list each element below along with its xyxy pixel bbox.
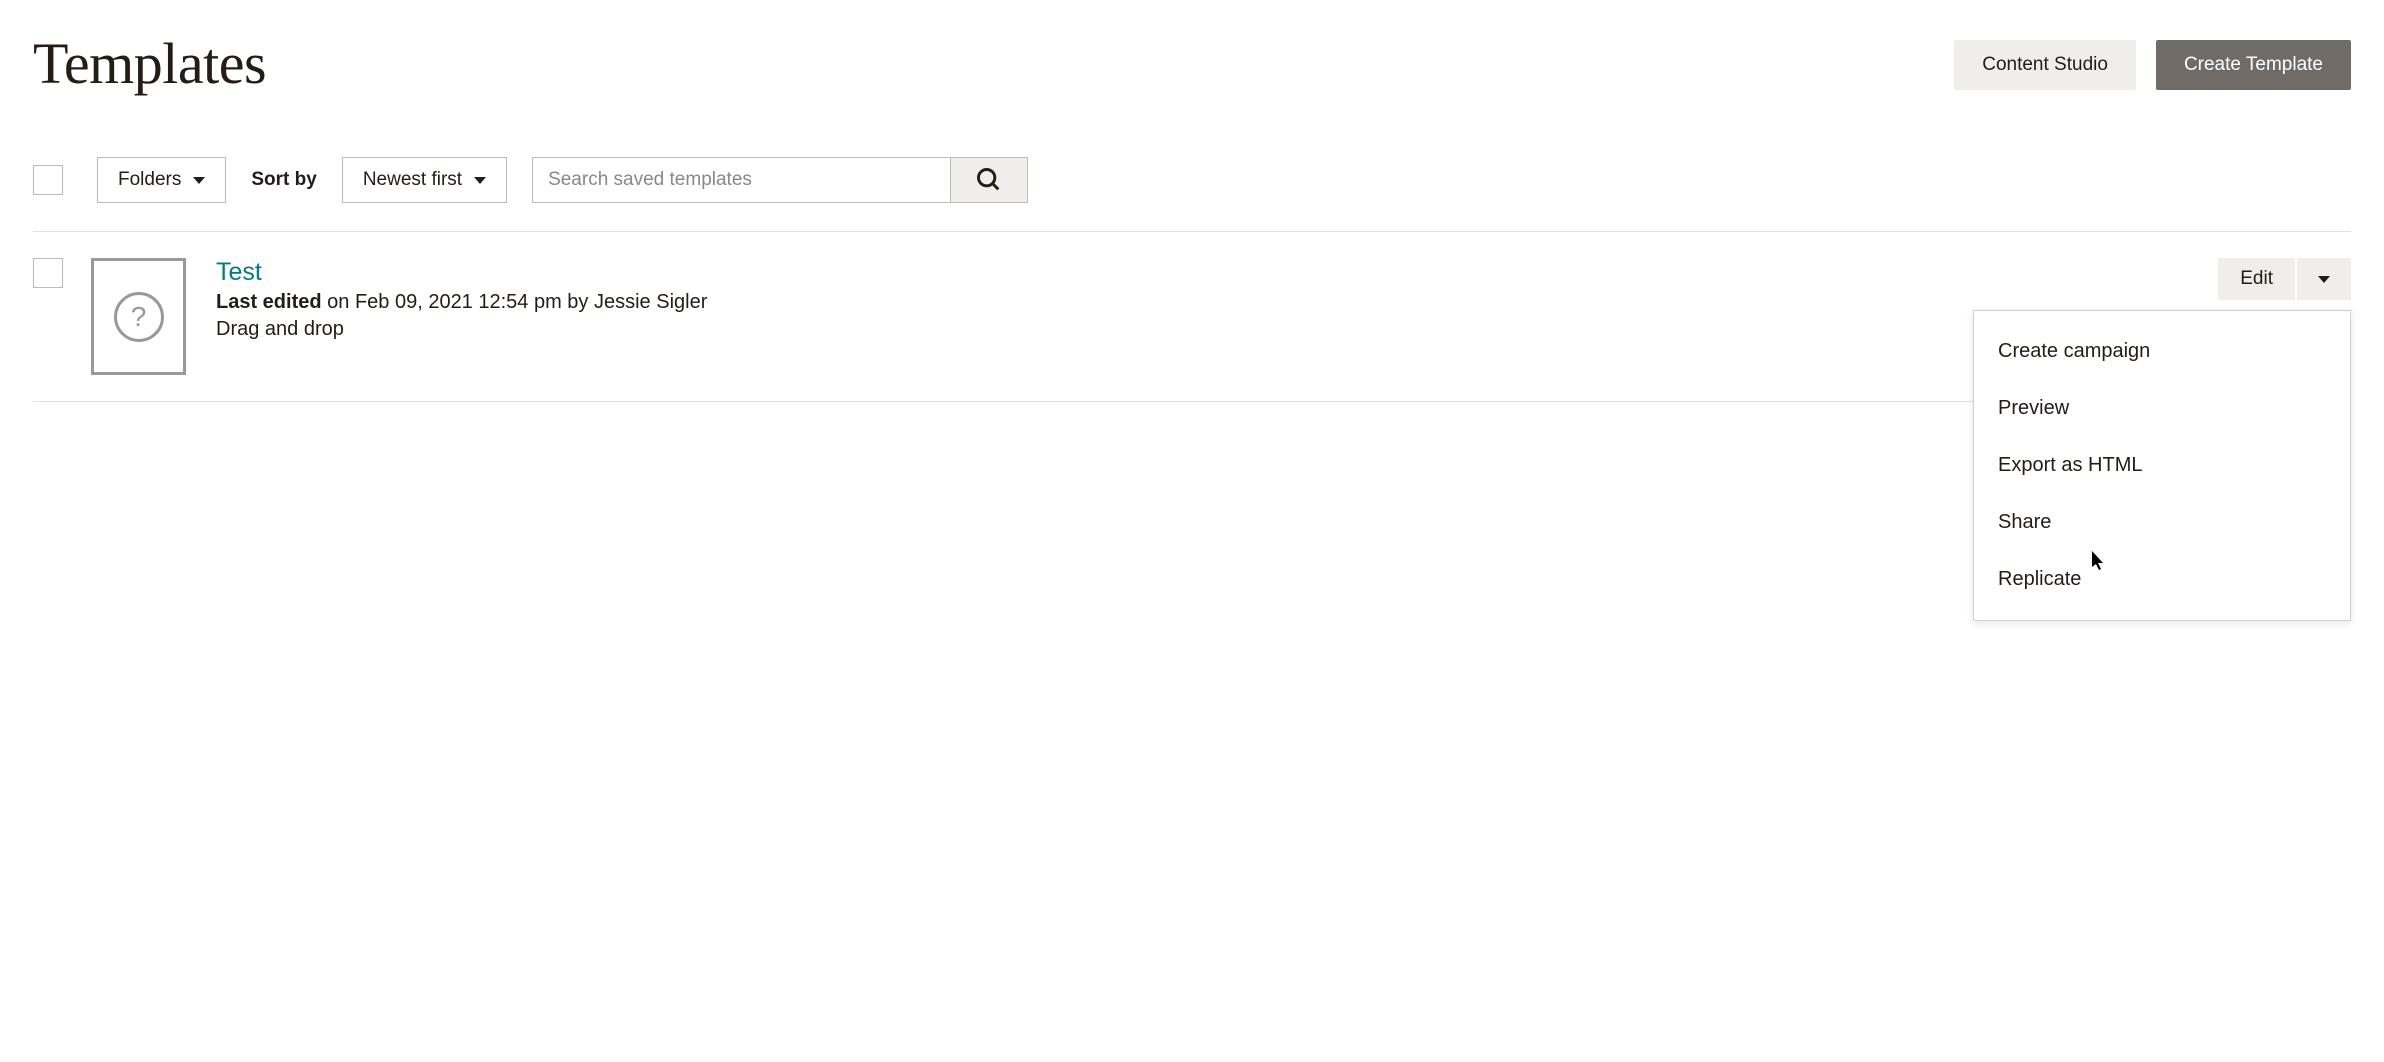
dropdown-toggle-button[interactable]	[2297, 258, 2351, 300]
page-title: Templates	[33, 30, 266, 97]
folders-filter-label: Folders	[118, 169, 181, 191]
dropdown-menu: Create campaign Preview Export as HTML S…	[1973, 310, 2351, 621]
search-group	[532, 157, 1028, 203]
edit-button[interactable]: Edit	[2218, 258, 2295, 300]
select-all-checkbox[interactable]	[33, 165, 63, 195]
menu-item-share[interactable]: Share	[1974, 494, 2350, 551]
content-studio-button[interactable]: Content Studio	[1954, 40, 2136, 90]
search-icon	[975, 166, 1003, 194]
chevron-down-icon	[2318, 276, 2330, 283]
search-input[interactable]	[532, 157, 950, 203]
last-edited-label: Last edited	[216, 291, 322, 313]
page-header: Templates Content Studio Create Template	[33, 30, 2351, 97]
chevron-down-icon	[474, 177, 486, 184]
row-actions: Edit	[2218, 258, 2351, 300]
chevron-down-icon	[193, 177, 205, 184]
sort-select[interactable]: Newest first	[342, 157, 507, 203]
template-row: ? Test Last edited on Feb 09, 2021 12:54…	[33, 232, 2351, 402]
search-button[interactable]	[950, 157, 1028, 203]
filter-bar: Folders Sort by Newest first	[33, 157, 2351, 232]
template-name-link[interactable]: Test	[216, 258, 2351, 287]
folders-filter[interactable]: Folders	[97, 157, 226, 203]
template-thumbnail[interactable]: ?	[91, 258, 186, 375]
header-actions: Content Studio Create Template	[1954, 30, 2351, 90]
create-template-button[interactable]: Create Template	[2156, 40, 2351, 90]
sort-by-label: Sort by	[251, 169, 316, 191]
last-edited-value: on Feb 09, 2021 12:54 pm by Jessie Sigle…	[322, 291, 708, 313]
menu-item-preview[interactable]: Preview	[1974, 380, 2350, 437]
row-checkbox[interactable]	[33, 258, 63, 288]
menu-item-export-html[interactable]: Export as HTML	[1974, 437, 2350, 494]
menu-item-create-campaign[interactable]: Create campaign	[1974, 323, 2350, 380]
question-mark-icon: ?	[114, 292, 164, 342]
sort-value: Newest first	[363, 169, 462, 191]
menu-item-replicate[interactable]: Replicate	[1974, 551, 2350, 608]
